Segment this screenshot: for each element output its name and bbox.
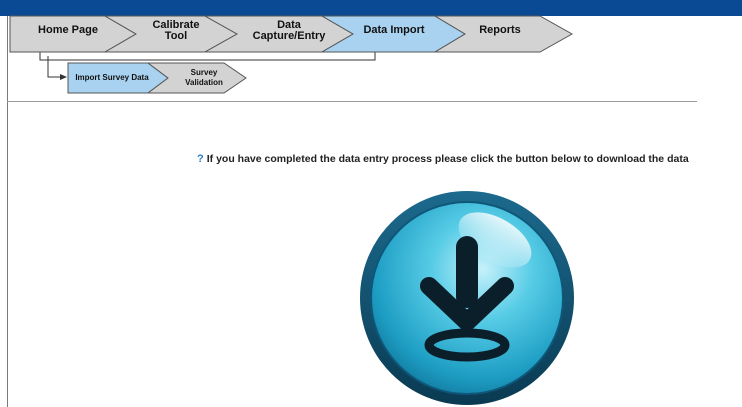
help-icon[interactable]: ? xyxy=(197,153,204,165)
tab-label-line: Survey xyxy=(191,68,218,77)
download-button[interactable] xyxy=(357,190,577,407)
tab-label-line: Validation xyxy=(185,78,223,87)
tab-home-page-label: Home Page xyxy=(38,24,98,36)
section-divider xyxy=(7,101,697,102)
tab-label-line: Data Import xyxy=(363,24,424,36)
subtab-import-survey-data-label: Import Survey Data xyxy=(75,73,149,82)
page: Home Page Calibrate Tool Data Capture/Entr… xyxy=(0,0,742,407)
instruction-text: ? If you have completed the data entry pr… xyxy=(197,153,689,165)
tab-label-line: Tool xyxy=(165,30,187,42)
sub-nav: Import Survey Data Survey Validation xyxy=(47,56,247,94)
tab-reports-label: Reports xyxy=(479,24,521,36)
tab-label-line: Home Page xyxy=(38,24,98,36)
instruction-message: If you have completed the data entry pro… xyxy=(206,153,689,165)
tab-label-line: Capture/Entry xyxy=(253,30,327,42)
tab-label-line: Import Survey Data xyxy=(75,73,149,82)
subtab-survey-validation-label: Survey Validation xyxy=(185,68,223,87)
tab-data-import-label: Data Import xyxy=(363,24,424,36)
tab-label-line: Reports xyxy=(479,24,521,36)
subtab-import-survey-data[interactable]: Import Survey Data xyxy=(67,62,169,94)
